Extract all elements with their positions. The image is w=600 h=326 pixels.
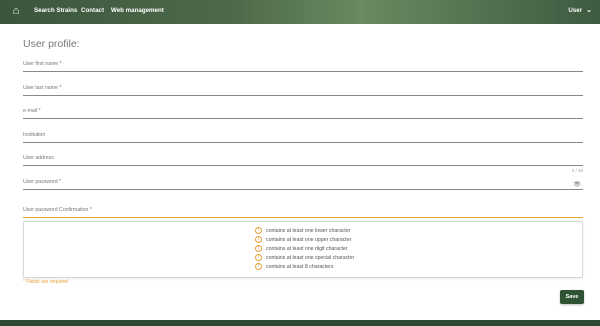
password-rule: ! contains at least one special character [255,254,354,263]
required-fields-note: * Fields are required [23,279,69,285]
warning-circle-icon: ! [255,236,262,244]
password-rule: ! contains at least one lower character [255,227,351,236]
first-name-field[interactable]: User first name * [23,60,583,72]
password-confirmation-field[interactable]: User password Confirmation * [23,206,583,218]
main-nav: ⌂ Search Strains Contact Web management … [0,4,600,20]
chevron-down-icon: ⌄ [586,7,592,14]
save-button[interactable]: Save [560,290,584,304]
page-title: User profile: [23,38,80,50]
password-rules-box: ! contains at least one lower character !… [23,221,583,278]
email-label: e-mail * [23,108,41,114]
warning-circle-icon: ! [255,254,262,262]
user-address-label: User address [23,155,54,161]
password-field[interactable]: User password * 👁 [23,178,583,190]
input-underline-focused [23,217,583,218]
password-confirmation-label: User password Confirmation * [23,207,92,213]
institution-label: Institution [23,132,46,138]
password-label: User password * [23,179,62,185]
rule-text: contains at least one digit character [266,246,348,252]
last-name-field[interactable]: User last name * [23,84,583,96]
user-menu-label: User [568,7,583,14]
institution-field[interactable]: Institution [23,131,583,143]
first-name-label: User first name * [23,61,62,67]
rule-text: contains at least one special character [266,255,355,261]
footer-bar [0,320,600,326]
eye-off-icon[interactable]: 👁 [573,181,581,188]
nav-link-search-strains[interactable]: Search Strains [34,6,77,16]
rule-text: contains at least one upper character [266,237,352,243]
password-rule: ! contains at least one upper character [255,236,351,245]
email-field[interactable]: e-mail * [23,107,583,119]
input-underline [23,142,583,143]
input-underline [23,118,583,119]
warning-circle-icon: ! [255,263,262,271]
rule-text: contains at least one lower character [266,228,351,234]
warning-circle-icon: ! [255,227,262,235]
warning-circle-icon: ! [255,245,262,253]
home-icon[interactable]: ⌂ [10,5,22,17]
input-underline [23,71,583,72]
nav-link-contact[interactable]: Contact [81,6,104,16]
input-underline [23,189,583,190]
last-name-label: User last name * [23,85,62,91]
password-rule: ! contains at least 8 characters [255,263,333,272]
password-char-counter: 0 / 20 [571,168,583,173]
nav-link-web-management[interactable]: Web management [111,6,164,16]
password-rule: ! contains at least one digit character [255,245,348,254]
input-underline [23,165,583,166]
rule-text: contains at least 8 characters [266,264,334,270]
user-menu[interactable]: User ⌄ [568,6,592,16]
input-underline [23,95,583,96]
user-address-field[interactable]: User address [23,154,583,166]
user-profile-card: User profile: User first name * User las… [0,24,600,320]
